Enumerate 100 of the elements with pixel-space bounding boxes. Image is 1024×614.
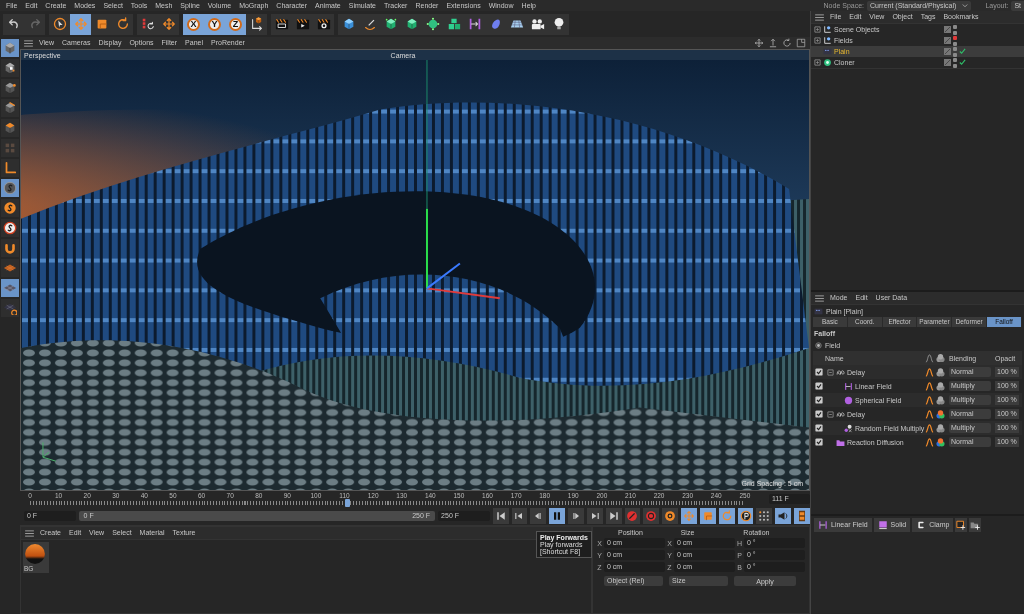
cloner-icon [823, 58, 832, 67]
snap-icon [3, 181, 17, 195]
cubes-icon [446, 17, 461, 31]
transport-button[interactable] [775, 508, 792, 524]
blend-circles-icon[interactable] [936, 423, 945, 433]
subdivision-cube-icon [383, 17, 398, 31]
clamp-icon [916, 519, 927, 530]
tool-button[interactable] [1, 119, 19, 137]
tool-button[interactable] [1, 219, 19, 237]
blend-circles-icon[interactable] [936, 367, 945, 377]
psr-reset-icon [140, 17, 155, 31]
playhead[interactable] [345, 499, 351, 507]
checkbox[interactable] [815, 438, 823, 446]
transport-button[interactable] [492, 508, 509, 524]
rotate-icon [115, 17, 130, 31]
transport-button[interactable] [699, 508, 716, 524]
delay-icon [836, 409, 845, 419]
add-layer-icon [956, 519, 967, 530]
dots-grid-icon [758, 510, 771, 522]
linear-field-icon [844, 381, 853, 391]
move-icon [73, 17, 88, 31]
axis-lock-button[interactable]: Y [204, 13, 225, 35]
rotate-view-icon[interactable] [782, 38, 792, 48]
select-icon [52, 17, 67, 31]
transport-button[interactable] [511, 508, 528, 524]
transport-button[interactable] [568, 508, 584, 524]
grid-squares-icon [3, 141, 17, 155]
tool-button[interactable] [1, 239, 19, 257]
collapse-icon[interactable] [827, 368, 834, 376]
random-field-icon [844, 423, 853, 433]
zoom-view-icon[interactable] [768, 38, 778, 48]
polygon-cube-icon [3, 121, 17, 135]
snap-icon [3, 221, 17, 235]
transport-button[interactable] [530, 508, 547, 524]
move-icon [161, 17, 176, 31]
radio-icon[interactable] [815, 342, 822, 349]
undo-icon [6, 17, 21, 31]
blend-circles-icon[interactable] [936, 381, 945, 391]
blend-circles-icon[interactable] [936, 437, 945, 447]
menu-icon[interactable] [25, 529, 34, 537]
tool-button[interactable] [1, 159, 19, 177]
menu-icon[interactable] [815, 294, 824, 302]
collapse-icon[interactable] [827, 410, 834, 418]
checkbox[interactable] [815, 368, 823, 376]
move-icon [683, 510, 695, 522]
sphere-icon [844, 395, 853, 405]
check-icon[interactable] [959, 59, 966, 66]
pen-icon [362, 17, 377, 31]
record-icon [645, 510, 658, 522]
maximize-view-icon[interactable] [796, 38, 806, 48]
clapperboard-icon [316, 17, 331, 31]
checkbox[interactable] [815, 382, 823, 390]
cube-icon [3, 41, 17, 55]
checkbox[interactable] [815, 396, 823, 404]
menu-icon[interactable] [24, 39, 33, 47]
null-object-icon [823, 25, 832, 34]
axis-lock-button[interactable]: X [183, 13, 204, 35]
magnet-icon [3, 241, 17, 255]
transport-button[interactable] [718, 508, 735, 524]
toolbar-button[interactable] [70, 13, 91, 35]
transport-button[interactable] [605, 508, 622, 524]
plain-effector-icon [823, 47, 832, 56]
material-ball-icon[interactable] [24, 543, 46, 565]
rotate-icon [720, 510, 733, 522]
blend-circles-icon[interactable] [936, 409, 945, 419]
transport-button[interactable] [586, 508, 603, 524]
linear-field-icon [818, 519, 828, 530]
blend-circles-icon[interactable] [936, 395, 945, 405]
linear-field-icon [467, 17, 482, 31]
field-button[interactable] [955, 517, 968, 532]
axis-lock-button[interactable]: Z [225, 13, 246, 35]
plain-effector-icon [814, 306, 823, 316]
checkbox[interactable] [815, 424, 823, 432]
skip-start-icon [494, 510, 507, 522]
move-view-icon[interactable] [754, 38, 764, 48]
expand-icon[interactable] [814, 37, 821, 44]
caret-icon [962, 2, 969, 9]
delay-icon [836, 367, 845, 377]
toolbar-button[interactable] [271, 13, 292, 35]
scale-icon [701, 510, 714, 522]
clapperboard-icon [274, 17, 289, 31]
point-cube-icon [3, 81, 17, 95]
menu-icon[interactable] [815, 13, 824, 21]
toolbar-button[interactable] [49, 13, 70, 35]
corner-icon [3, 161, 17, 175]
floor-grid-icon [509, 17, 524, 31]
record-icon [626, 510, 639, 522]
world-axis-icon [249, 17, 264, 31]
transport-button[interactable] [737, 508, 754, 524]
field-button[interactable] [969, 517, 982, 532]
tool-button[interactable] [1, 199, 19, 217]
solid-icon [877, 519, 888, 530]
expand-icon[interactable] [814, 59, 821, 66]
tool-button[interactable] [1, 59, 19, 77]
check-icon[interactable] [959, 48, 966, 55]
clapperboard-icon [295, 17, 310, 31]
checkbox[interactable] [815, 410, 823, 418]
transport-button[interactable] [756, 508, 773, 524]
transport-button[interactable] [549, 508, 566, 524]
expand-icon[interactable] [814, 26, 821, 33]
